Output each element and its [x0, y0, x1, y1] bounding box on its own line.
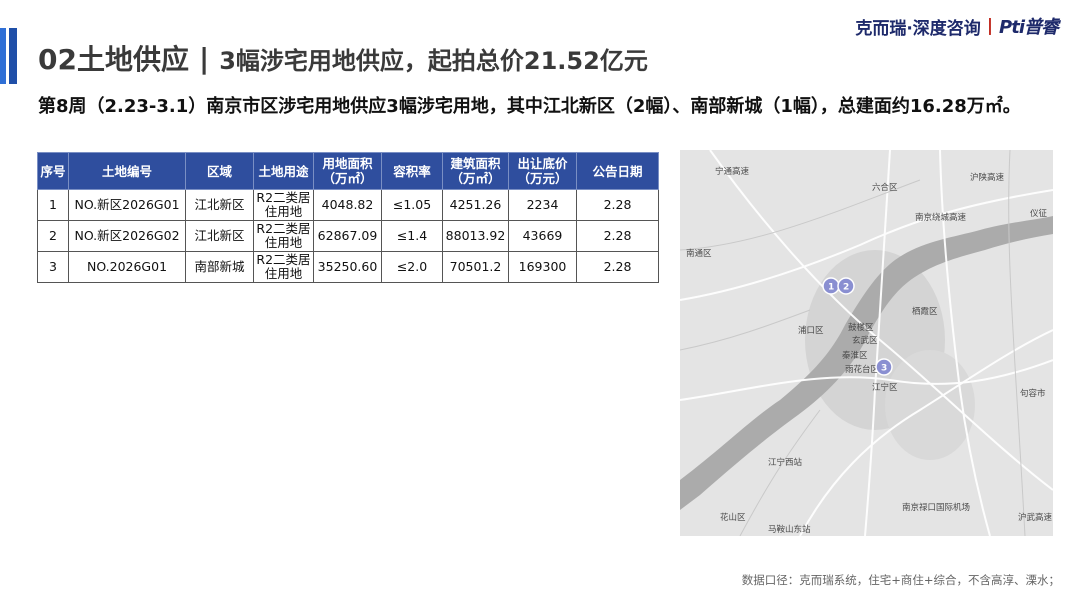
accent-bar-dark — [9, 28, 17, 84]
data-source-footnote: 数据口径：克而瑞系统，住宅+商住+综合，不含高淳、溧水； — [741, 573, 1060, 587]
accent-bar — [0, 28, 6, 84]
table-cell: ≤2.0 — [381, 251, 443, 283]
table-cell: R2二类居住用地 — [253, 251, 314, 283]
table-cell: 江北新区 — [185, 189, 254, 221]
map-place-label: 浦口区 — [798, 325, 824, 336]
plot-marker-1[interactable]: 1 — [822, 277, 840, 295]
map-place-label: 句容市 — [1020, 388, 1046, 399]
table-cell: 2234 — [508, 189, 577, 221]
table-cell: NO.新区2026G02 — [68, 220, 186, 252]
table-cell: 70501.2 — [442, 251, 509, 283]
table-row: 1 NO.新区2026G01 江北新区 R2二类居住用地 4048.82 ≤1.05 425… — [37, 189, 659, 221]
map-place-label: 沪陕高速 — [970, 172, 1005, 183]
table-header-cell: 建筑面积 （万㎡） — [442, 152, 509, 190]
map-place-label: 江宁区 — [872, 382, 898, 393]
table-cell: 43669 — [508, 220, 577, 252]
table-cell: NO.新区2026G01 — [68, 189, 186, 221]
table-cell: 2 — [37, 220, 69, 252]
table-cell: ≤1.05 — [381, 189, 443, 221]
map-place-label: 马鞍山东站 — [768, 524, 811, 535]
table-row: 2 NO.新区2026G02 江北新区 R2二类居住用地 62867.09 ≤1.4 880… — [37, 220, 659, 252]
map-place-label: 六合区 — [872, 182, 898, 193]
table-header-cell: 土地用途 — [253, 152, 314, 190]
table-cell: 62867.09 — [313, 220, 382, 252]
table-cell: 4048.82 — [313, 189, 382, 221]
location-map: 宁通高速 沪陕高速 六合区 南京绕城高速 南通区 栖霞区 浦口区 鼓楼区 玄武区… — [680, 150, 1053, 536]
table-cell: ≤1.4 — [381, 220, 443, 252]
table-cell: 4251.26 — [442, 189, 509, 221]
title-prefix: 02土地供应 — [38, 43, 189, 76]
brand-logo: Pti普睿 — [999, 17, 1059, 38]
table-header-cell: 土地编号 — [68, 152, 186, 190]
page-title: 02土地供应 | 3幅涉宅用地供应，起拍总价21.52亿元 — [38, 38, 648, 78]
summary-text: 第8周（2.23-3.1）南京市区涉宅用地供应3幅涉宅用地，其中江北新区（2幅）… — [38, 96, 1021, 117]
plot-marker-2[interactable]: 2 — [837, 277, 855, 295]
table-header-cell: 区域 — [185, 152, 254, 190]
map-place-label: 花山区 — [720, 512, 746, 523]
map-place-label: 江宁西站 — [768, 457, 803, 468]
table-cell: 1 — [37, 189, 69, 221]
map-place-label: 玄武区 — [852, 335, 878, 346]
title-separator: | — [198, 41, 210, 75]
map-place-label: 栖霞区 — [912, 306, 938, 317]
table-cell: 35250.60 — [313, 251, 382, 283]
table-body: 1 NO.新区2026G01 江北新区 R2二类居住用地 4048.82 ≤1.05 425… — [37, 189, 659, 283]
plot-marker-label: 3 — [881, 364, 887, 374]
table-header-row: 序号 土地编号 区域 土地用途 用地面积 （万㎡） 容积率 建筑面积 （万㎡） 出让底价 （万元）公… — [37, 152, 659, 190]
brand-header: 克而瑞·深度咨询 | Pti普睿 — [855, 14, 1059, 39]
map-place-label: 雨花台区 — [845, 364, 880, 375]
map-place-label: 秦淮区 — [842, 350, 868, 361]
table-cell: 2.28 — [576, 251, 659, 283]
map-place-label: 鼓楼区 — [848, 322, 874, 333]
map-place-label: 南通区 — [686, 248, 712, 259]
table-cell: R2二类居住用地 — [253, 189, 314, 221]
map-place-label: 南京绕城高速 — [915, 212, 967, 223]
map-place-label: 宁通高速 — [715, 166, 750, 177]
plot-marker-label: 2 — [843, 283, 849, 293]
table-cell: 2.28 — [576, 189, 659, 221]
table-cell: 169300 — [508, 251, 577, 283]
table-cell: 南部新城 — [185, 251, 254, 283]
map-place-label: 南京禄口国际机场 — [902, 502, 970, 513]
brand-separator: | — [986, 16, 994, 36]
table-header-cell: 容积率 — [381, 152, 443, 190]
table-header-cell: 公告日期 — [576, 152, 659, 190]
table-cell: 江北新区 — [185, 220, 254, 252]
map-place-label: 沪武高速 — [1018, 512, 1053, 523]
plot-marker-3[interactable]: 3 — [875, 358, 893, 376]
table-cell: NO.2026G01 — [68, 251, 186, 283]
table-header-cell: 出让底价 （万元） — [508, 152, 577, 190]
table-cell: 3 — [37, 251, 69, 283]
plot-marker-label: 1 — [828, 283, 834, 293]
map-place-label: 仪征 — [1030, 208, 1048, 219]
title-main: 3幅涉宅用地供应，起拍总价21.52亿元 — [219, 46, 648, 75]
map-graphic: 宁通高速 沪陕高速 六合区 南京绕城高速 南通区 栖霞区 浦口区 鼓楼区 玄武区… — [680, 150, 1053, 536]
table-header-cell: 用地面积 （万㎡） — [313, 152, 382, 190]
table-cell: R2二类居住用地 — [253, 220, 314, 252]
table-cell: 2.28 — [576, 220, 659, 252]
table-cell: 88013.92 — [442, 220, 509, 252]
table-row: 3 NO.2026G01 南部新城 R2二类居住用地 35250.60 ≤2.0 70501… — [37, 251, 659, 283]
brand-name: 克而瑞·深度咨询 — [855, 18, 981, 39]
land-supply-table: 序号 土地编号 区域 土地用途 用地面积 （万㎡） 容积率 建筑面积 （万㎡） 出让底价 （万元）公… — [37, 152, 659, 283]
table-header-cell: 序号 — [37, 152, 69, 190]
